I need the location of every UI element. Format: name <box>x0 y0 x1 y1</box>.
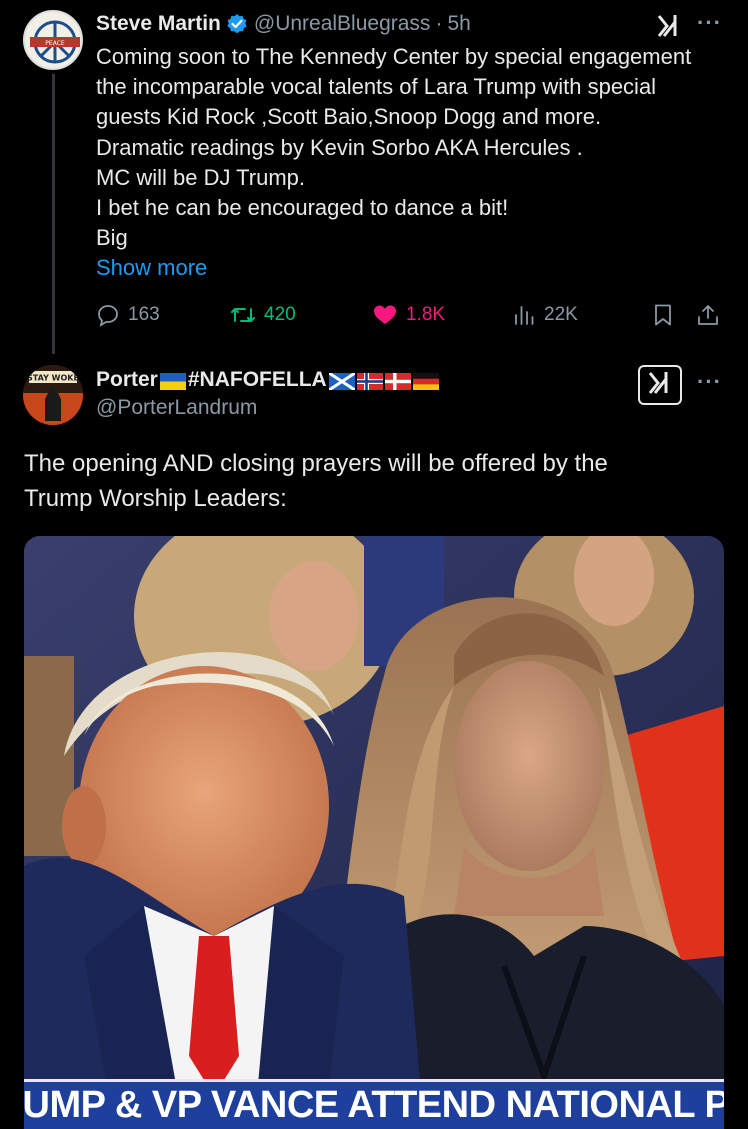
tweet1-text: Coming soon to The Kennedy Center by spe… <box>96 42 736 284</box>
tweet-line: guests Kid Rock ,Scott Baio,Snoop Dogg a… <box>96 104 602 130</box>
bookmark-button[interactable] <box>652 300 674 330</box>
more-icon[interactable]: ··· <box>697 369 722 395</box>
more-icon[interactable]: ··· <box>697 10 722 36</box>
repost-count: 420 <box>264 304 296 325</box>
like-count: 1.8K <box>406 304 446 325</box>
heart-icon <box>372 303 398 327</box>
views-icon <box>512 303 536 327</box>
separator: · <box>435 12 443 35</box>
tweet2-text: The opening AND closing prayers will be … <box>24 446 724 516</box>
avatar-porter[interactable]: STAY WOKE <box>23 365 83 425</box>
share-button[interactable] <box>696 300 720 330</box>
views-button[interactable]: 22K <box>512 300 578 330</box>
tweet-media-image[interactable]: 'UMP & VP VANCE ATTEND NATIONAL P <box>24 536 724 1129</box>
repost-icon <box>230 303 256 327</box>
reply-button[interactable]: 163 <box>96 300 160 330</box>
avatar-steve-martin[interactable]: PEACE <box>23 10 83 70</box>
svg-text:STAY WOKE: STAY WOKE <box>27 374 79 383</box>
denmark-flag-icon <box>384 372 411 390</box>
display-name[interactable]: Steve Martin <box>96 12 221 36</box>
verified-badge-icon <box>226 13 248 35</box>
tweet-line: Dramatic readings by Kevin Sorbo AKA Her… <box>96 134 583 160</box>
chyron-text: 'UMP & VP VANCE ATTEND NATIONAL P <box>24 1084 724 1126</box>
tweet-line: I bet he can be encouraged to dance a bi… <box>96 195 509 221</box>
handle[interactable]: @UnrealBluegrass <box>254 12 431 36</box>
views-count: 22K <box>544 304 578 325</box>
germany-flag-icon <box>412 372 439 390</box>
hashtag-link[interactable]: #NAFOFELLA <box>188 368 327 392</box>
handle[interactable]: @PorterLandrum <box>96 396 257 420</box>
display-name[interactable]: Porter <box>96 368 158 392</box>
grok-icon <box>646 369 674 402</box>
norway-flag-icon <box>356 372 383 390</box>
tweet1-actions: 163 420 1.8K 22K <box>96 300 736 330</box>
tweet2-header: Porter #NAFOFELLA <box>96 366 439 394</box>
news-chyron: 'UMP & VP VANCE ATTEND NATIONAL P <box>24 1079 724 1129</box>
reply-icon <box>96 303 120 327</box>
svg-text:PEACE: PEACE <box>45 40 65 47</box>
thread-line <box>52 74 55 354</box>
repost-button[interactable]: 420 <box>230 300 296 330</box>
timestamp[interactable]: 5h <box>447 12 470 36</box>
grok-icon[interactable] <box>655 12 683 40</box>
share-icon <box>696 303 720 327</box>
tweet1-header: Steve Martin @UnrealBluegrass · 5h <box>96 10 471 38</box>
tweet-line: Trump Worship Leaders: <box>24 485 287 512</box>
tweet-line: MC will be DJ Trump. <box>96 164 306 190</box>
grok-button[interactable] <box>638 365 682 405</box>
bookmark-icon <box>652 303 674 327</box>
show-more-link[interactable]: Show more <box>96 253 736 283</box>
scotland-flag-icon <box>327 371 356 391</box>
tweet-line: Coming soon to The Kennedy Center by spe… <box>96 44 692 69</box>
tweet-line: The opening AND closing prayers will be … <box>24 450 608 477</box>
tweet-line: the incomparable vocal talents of Lara T… <box>96 74 657 100</box>
reply-count: 163 <box>128 304 160 325</box>
like-button[interactable]: 1.8K <box>372 300 445 330</box>
ukraine-flag-icon <box>159 372 186 390</box>
photo-scene <box>24 536 724 1129</box>
tweet-line: Big <box>96 225 128 251</box>
